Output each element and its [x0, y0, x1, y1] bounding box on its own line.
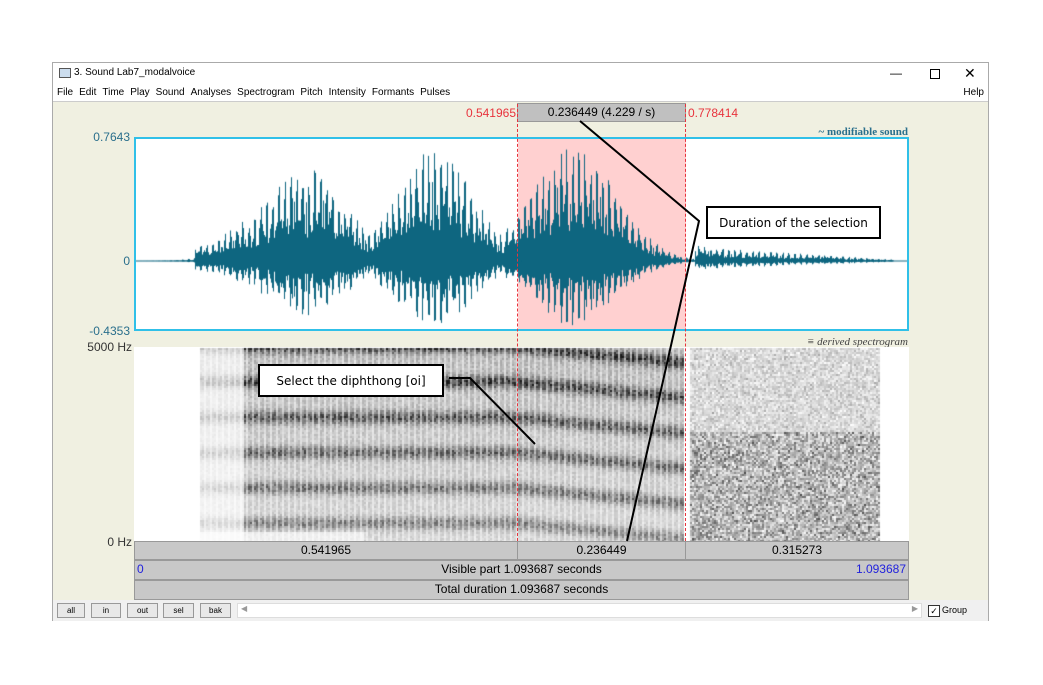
duration-pointer-line	[579, 120, 701, 542]
annotation-lines	[449, 120, 701, 542]
diphthong-pointer-line	[449, 377, 536, 445]
diphthong-annotation: Select the diphthong [oi]	[258, 364, 444, 397]
duration-annotation: Duration of the selection	[706, 206, 881, 239]
